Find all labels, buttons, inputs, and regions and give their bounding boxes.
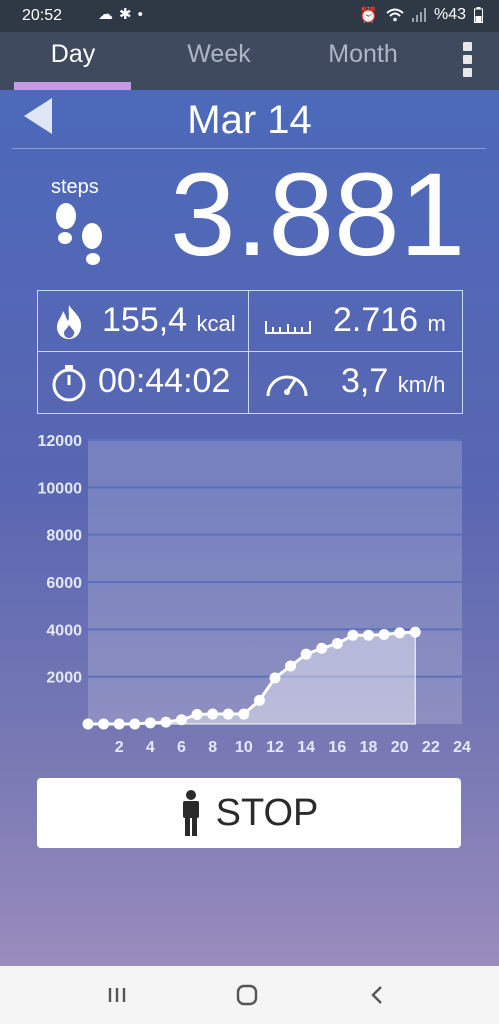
- duration-value: 00:44:02: [98, 362, 231, 400]
- y-tick-label: 10000: [38, 480, 83, 497]
- steps-label: steps: [51, 176, 99, 198]
- chart-data-point: [316, 642, 328, 654]
- chart-data-point: [347, 629, 359, 641]
- chart-data-point: [191, 709, 203, 721]
- chart-data-point: [238, 708, 250, 720]
- flame-icon: [57, 305, 82, 339]
- cloud-icon: ☁: [98, 6, 119, 23]
- x-tick-label: 24: [453, 739, 471, 756]
- x-tick-label: 16: [328, 739, 346, 756]
- speed-value: 3,7: [341, 362, 389, 400]
- y-tick-label: 2000: [46, 670, 82, 687]
- signal-icon: [411, 8, 426, 22]
- steps-chart: 200040006000800010000120002 4 6 8 10 12 14 16 18…: [38, 433, 472, 756]
- chart-data-point: [160, 716, 172, 728]
- battery-percent: %43: [433, 6, 466, 23]
- y-tick-label: 8000: [46, 528, 82, 545]
- x-tick-label: 18: [360, 739, 378, 756]
- duration-stat: 00:44:02: [38, 352, 248, 412]
- x-tick-label: 14: [297, 739, 315, 756]
- x-tick-label: 10: [235, 739, 253, 756]
- y-tick-label: 6000: [46, 575, 82, 592]
- battery-icon: [474, 7, 483, 23]
- chart-data-point: [113, 718, 125, 730]
- wifi-icon: [386, 8, 404, 22]
- chart-data-point: [207, 708, 219, 720]
- chart-data-point: [394, 627, 406, 639]
- calories-stat: 155,4 kcal: [38, 291, 248, 351]
- chart-data-point: [129, 718, 141, 730]
- ruler-icon: [265, 321, 311, 334]
- calories-value: 155,4: [102, 301, 188, 339]
- stop-button[interactable]: STOP: [37, 778, 461, 848]
- x-tick-label: 8: [208, 739, 217, 756]
- steps-count: 3.881: [170, 149, 466, 281]
- overflow-menu-icon[interactable]: [457, 42, 477, 82]
- x-tick-label: 20: [391, 739, 409, 756]
- stats-grid: 155,4 kcal 2.716 m 00:44:02 3,7 km/h: [37, 290, 463, 414]
- status-bar: 20:52 ☁✱• ⏰ %43: [0, 0, 499, 32]
- person-icon: [182, 790, 199, 836]
- selected-tab-indicator: [14, 82, 131, 90]
- distance-value: 2.716: [333, 301, 419, 339]
- alarm-icon: ⏰: [359, 7, 378, 24]
- stop-button-label: STOP: [215, 791, 319, 834]
- distance-stat: 2.716 m: [249, 291, 459, 351]
- system-nav-bar: [0, 966, 499, 1024]
- stopwatch-icon: [52, 365, 86, 402]
- back-icon[interactable]: [357, 980, 397, 1010]
- chart-data-point: [331, 638, 343, 650]
- speed-unit: km/h: [397, 372, 446, 397]
- footprints-icon: [56, 203, 102, 265]
- x-tick-label: 22: [422, 739, 440, 756]
- tab-week[interactable]: Week: [160, 40, 278, 69]
- status-right-icons: ⏰ %43: [359, 6, 483, 24]
- chart-data-point: [98, 718, 110, 730]
- chart-data-point: [269, 672, 281, 684]
- chart-data-point: [285, 660, 297, 672]
- distance-unit: m: [427, 311, 446, 336]
- chart-data-point: [253, 694, 265, 706]
- previous-day-arrow-icon[interactable]: [24, 98, 52, 134]
- gear-icon: ✱: [119, 6, 138, 23]
- x-tick-label: 6: [177, 739, 186, 756]
- recents-icon[interactable]: [97, 980, 137, 1010]
- chart-data-point: [409, 626, 421, 638]
- status-left-icons: ☁✱•: [98, 5, 149, 23]
- dot-icon: •: [137, 6, 149, 23]
- x-tick-label: 12: [266, 739, 284, 756]
- tab-bar: Day Week Month: [0, 32, 499, 90]
- chart-data-point: [82, 718, 94, 730]
- tab-month[interactable]: Month: [303, 40, 423, 69]
- speedometer-icon: [266, 375, 308, 397]
- tab-day[interactable]: Day: [14, 40, 132, 69]
- calories-unit: kcal: [196, 311, 236, 336]
- x-tick-label: 2: [115, 739, 124, 756]
- x-tick-label: 4: [146, 739, 155, 756]
- chart-data-point: [378, 629, 390, 641]
- date-title: Mar 14: [187, 98, 312, 142]
- chart-data-point: [222, 708, 234, 720]
- y-tick-label: 4000: [46, 622, 82, 639]
- speed-stat: 3,7 km/h: [249, 352, 459, 412]
- home-icon[interactable]: [227, 980, 267, 1010]
- chart-data-point: [300, 648, 312, 660]
- main-content: Mar 14 steps 3.881 155,4 kcal 2.716 m 00…: [0, 90, 499, 966]
- chart-data-point: [176, 714, 187, 726]
- y-tick-label: 12000: [38, 433, 83, 450]
- chart-data-point: [144, 717, 156, 729]
- status-time: 20:52: [22, 7, 63, 24]
- chart-data-point: [363, 629, 374, 641]
